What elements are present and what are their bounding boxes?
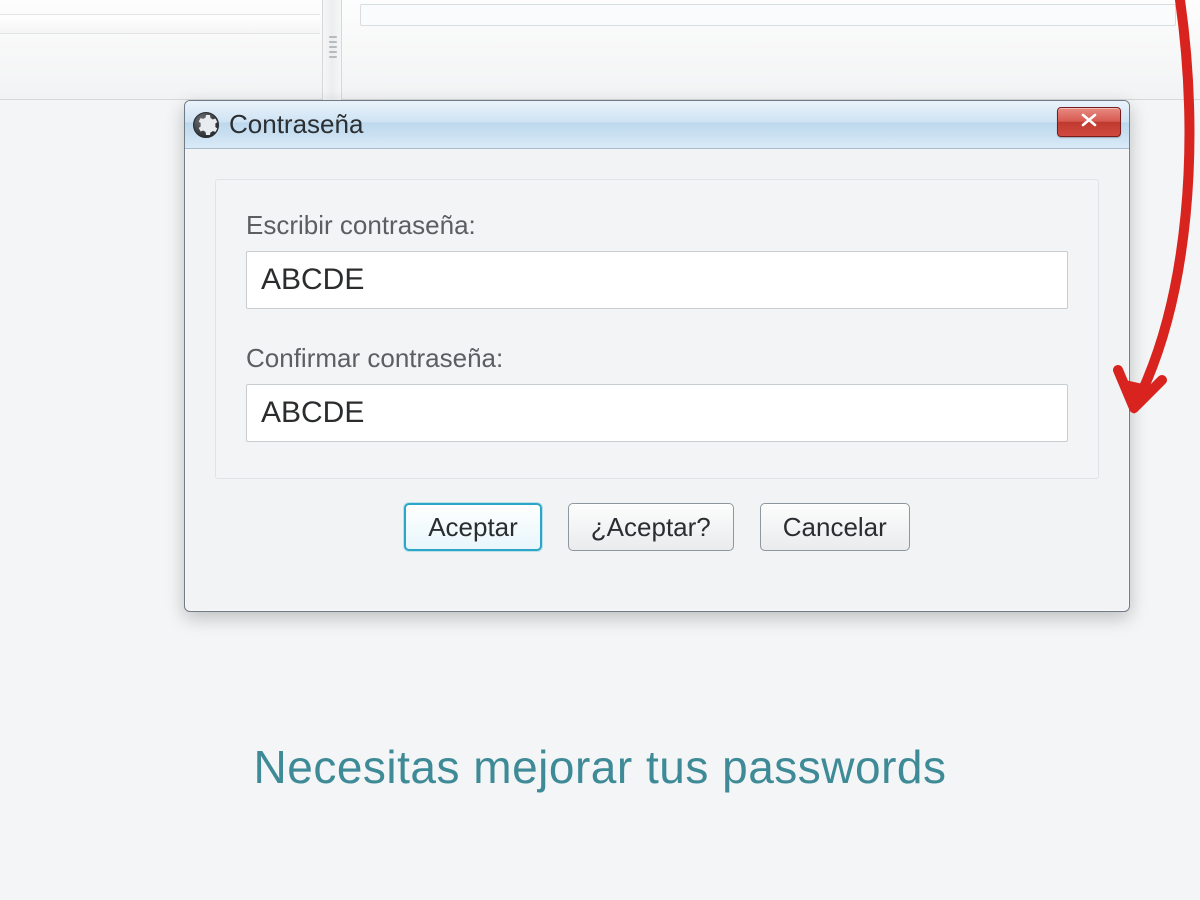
password-label: Escribir contraseña: (246, 210, 1068, 241)
cancel-button[interactable]: Cancelar (760, 503, 910, 551)
accept-button[interactable]: Aceptar (404, 503, 542, 551)
background-left-strip (0, 14, 320, 34)
dialog-body: Escribir contraseña: Confirmar contraseñ… (185, 149, 1129, 611)
password-dialog: Contraseña Escribir contraseña: Confirma… (184, 100, 1130, 612)
close-button[interactable] (1057, 107, 1121, 137)
dialog-title: Contraseña (229, 109, 363, 140)
confirm-password-input[interactable] (246, 384, 1068, 442)
dialog-button-row: Aceptar ¿Aceptar? Cancelar (215, 479, 1099, 581)
splitter-rail[interactable] (322, 0, 342, 102)
background-toolbar (0, 0, 1200, 100)
accept-question-button[interactable]: ¿Aceptar? (568, 503, 734, 551)
caption-text: Necesitas mejorar tus passwords (0, 740, 1200, 794)
gear-icon (193, 112, 219, 138)
password-input[interactable] (246, 251, 1068, 309)
dialog-titlebar[interactable]: Contraseña (185, 101, 1129, 149)
confirm-password-label: Confirmar contraseña: (246, 343, 1068, 374)
background-empty-field (360, 4, 1176, 26)
splitter-grip-icon (328, 36, 338, 66)
fields-group: Escribir contraseña: Confirmar contraseñ… (215, 179, 1099, 479)
caption-band: Necesitas mejorar tus passwords (0, 740, 1200, 794)
close-icon (1080, 113, 1098, 132)
